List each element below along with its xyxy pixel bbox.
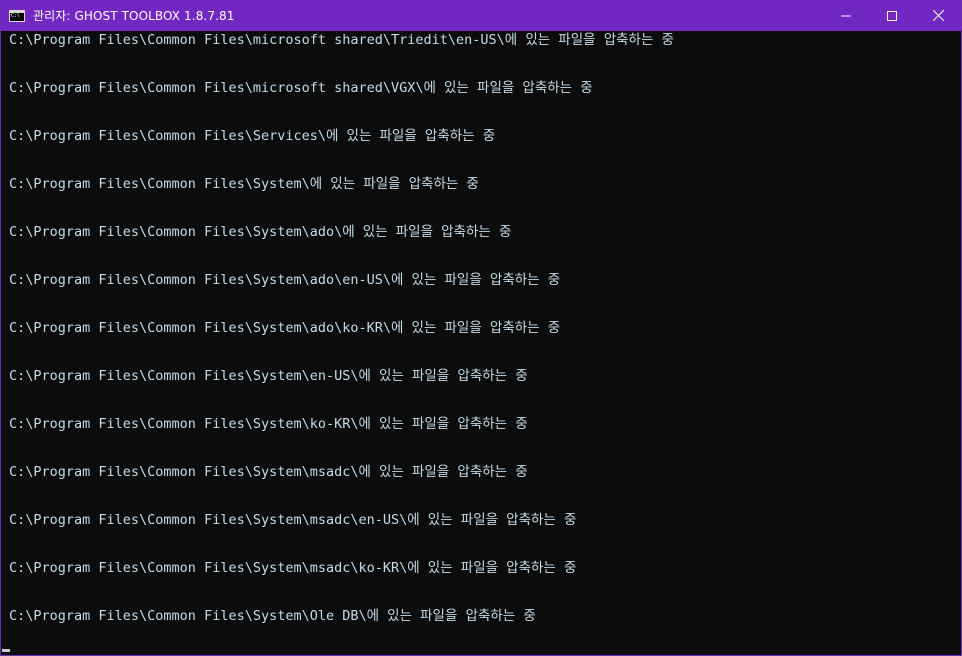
window-title: 관리자: GHOST TOOLBOX 1.8.7.81 [33,9,235,23]
close-icon [932,10,944,21]
console-line: C:\Program Files\Common Files\System\en-… [9,368,528,384]
maximize-button[interactable] [869,0,915,31]
console-line: C:\Program Files\Common Files\System\msa… [9,560,577,576]
console-icon[interactable] [9,9,25,22]
console-line: C:\Program Files\Common Files\Services\에… [9,128,496,144]
console-line: C:\Program Files\Common Files\System\ado… [9,320,561,336]
console-output[interactable]: C:\Program Files\Common Files\microsoft … [1,31,961,655]
close-button[interactable] [915,0,961,31]
console-line: C:\Program Files\Common Files\System\msa… [9,464,528,480]
console-line: C:\Program Files\Common Files\microsoft … [9,32,674,48]
console-line: C:\Program Files\Common Files\System\ado… [9,224,512,240]
console-window: 관리자: GHOST TOOLBOX 1.8.7.81 C:\Program [0,0,962,656]
console-line: C:\Program Files\Common Files\System\ado… [9,272,561,288]
console-line: C:\Program Files\Common Files\System\Ole… [9,608,536,624]
console-line: C:\Program Files\Common Files\System\ko-… [9,416,528,432]
maximize-icon [887,10,897,21]
title-bar[interactable]: 관리자: GHOST TOOLBOX 1.8.7.81 [1,0,961,31]
console-line: C:\Program Files\Common Files\System\에 있… [9,176,479,192]
text-cursor [2,649,10,652]
minimize-icon [841,15,851,16]
console-line: C:\Program Files\Common Files\microsoft … [9,80,593,96]
console-line: C:\Program Files\Common Files\System\msa… [9,512,577,528]
window-controls [823,0,961,31]
minimize-button[interactable] [823,0,869,31]
